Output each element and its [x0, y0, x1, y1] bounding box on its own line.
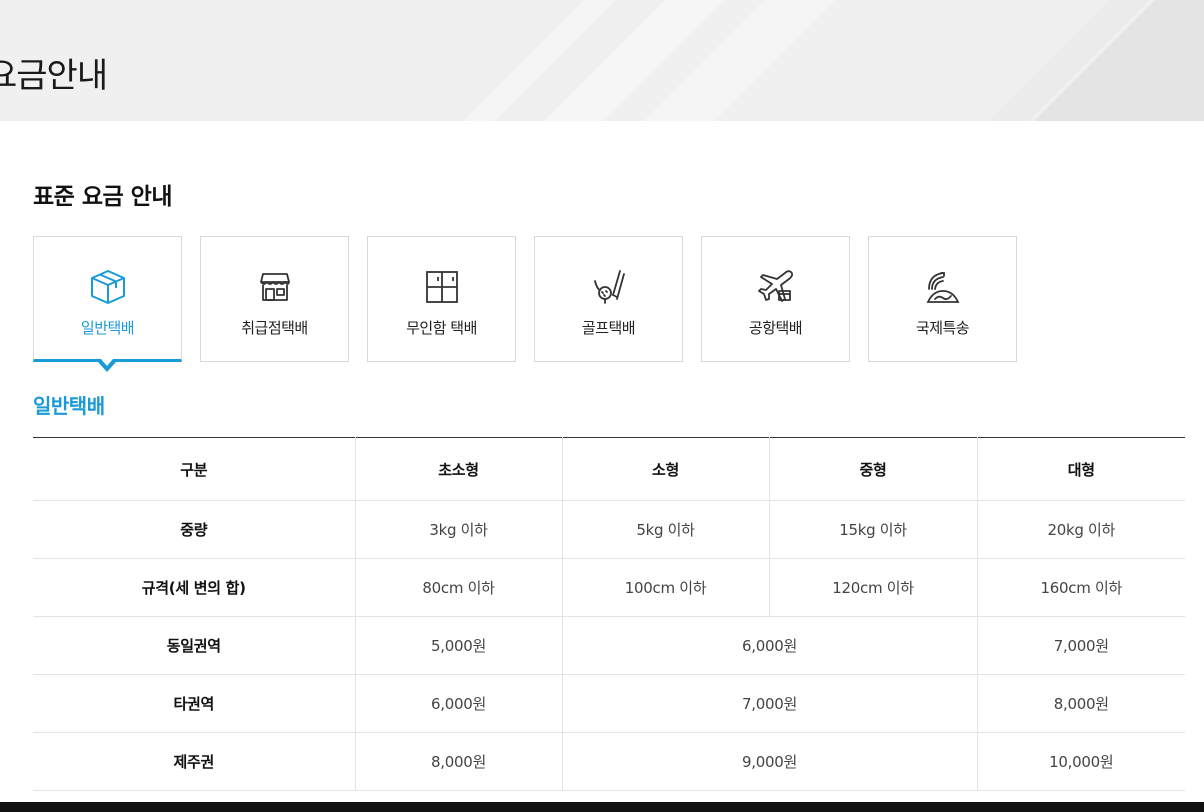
tab-label: 공항택배	[748, 319, 803, 337]
table-cell: 8,000원	[354, 732, 562, 791]
table-cell: 15kg 이하	[768, 500, 977, 559]
column-header: 대형	[976, 437, 1185, 501]
table-cell: 6,000원	[354, 674, 562, 733]
table-cell: 9,000원	[561, 732, 977, 791]
table-row: 타권역 6,000원 7,000원 8,000원	[33, 674, 1185, 733]
tab-label: 취급점택배	[241, 319, 308, 337]
locker-icon	[422, 267, 462, 307]
table-cell: 100cm 이하	[561, 558, 769, 617]
table-cell: 3kg 이하	[354, 500, 562, 559]
page-title: 요금안내	[0, 56, 108, 96]
table-cell: 5,000원	[354, 616, 562, 675]
column-header: 소형	[561, 437, 769, 501]
table-cell: 20kg 이하	[976, 500, 1185, 559]
tab-general-delivery[interactable]: 일반택배	[33, 236, 182, 372]
table-row: 제주권 8,000원 9,000원 10,000원	[33, 732, 1185, 791]
table-cell: 7,000원	[976, 616, 1185, 675]
table-cell: 7,000원	[561, 674, 977, 733]
column-header: 초소형	[354, 437, 562, 501]
column-header: 중형	[768, 437, 977, 501]
table-cell: 10,000원	[976, 732, 1185, 791]
row-header: 규격(세 변의 합)	[33, 558, 355, 617]
page-header-banner: 요금안내	[0, 0, 1204, 121]
tab-golf-delivery[interactable]: 골프택배	[534, 236, 683, 362]
row-header: 제주권	[33, 732, 355, 791]
tab-label: 국제특송	[915, 319, 970, 337]
store-icon	[255, 267, 295, 307]
rate-table: 구분 초소형 소형 중형 대형 중량 3kg 이하 5kg 이하 15kg 이하…	[33, 437, 1185, 791]
tab-international-express[interactable]: 국제특송	[868, 236, 1017, 362]
table-row: 규격(세 변의 합) 80cm 이하 100cm 이하 120cm 이하 160…	[33, 558, 1185, 617]
table-cell: 6,000원	[561, 616, 977, 675]
tab-agency-delivery[interactable]: 취급점택배	[200, 236, 349, 362]
row-header: 동일권역	[33, 616, 355, 675]
table-cell: 8,000원	[976, 674, 1185, 733]
table-header-row: 구분 초소형 소형 중형 대형	[33, 437, 1185, 501]
subsection-title: 일반택배	[33, 394, 105, 418]
globe-icon	[923, 267, 963, 307]
table-row: 동일권역 5,000원 6,000원 7,000원	[33, 616, 1185, 675]
table-cell: 5kg 이하	[561, 500, 769, 559]
tab-airport-delivery[interactable]: 공항택배	[701, 236, 850, 362]
table-cell: 80cm 이하	[354, 558, 562, 617]
table-row: 중량 3kg 이하 5kg 이하 15kg 이하 20kg 이하	[33, 500, 1185, 559]
tab-label: 일반택배	[80, 319, 135, 337]
row-header: 타권역	[33, 674, 355, 733]
airplane-icon	[756, 267, 796, 307]
tab-locker-delivery[interactable]: 무인함 택배	[367, 236, 516, 362]
table-cell: 120cm 이하	[768, 558, 977, 617]
active-tab-pointer	[98, 359, 116, 372]
tab-label: 무인함 택배	[406, 319, 477, 337]
bottom-bar	[0, 802, 1204, 812]
box-icon	[88, 267, 128, 307]
row-header: 중량	[33, 500, 355, 559]
column-header: 구분	[33, 437, 355, 501]
service-tabs: 일반택배 취급점택배 무인함 택배 골프택배 공항택배 국제특송	[33, 236, 1017, 372]
tab-label: 골프택배	[581, 319, 636, 337]
section-title: 표준 요금 안내	[33, 184, 172, 210]
golf-icon	[589, 267, 629, 307]
table-cell: 160cm 이하	[976, 558, 1185, 617]
